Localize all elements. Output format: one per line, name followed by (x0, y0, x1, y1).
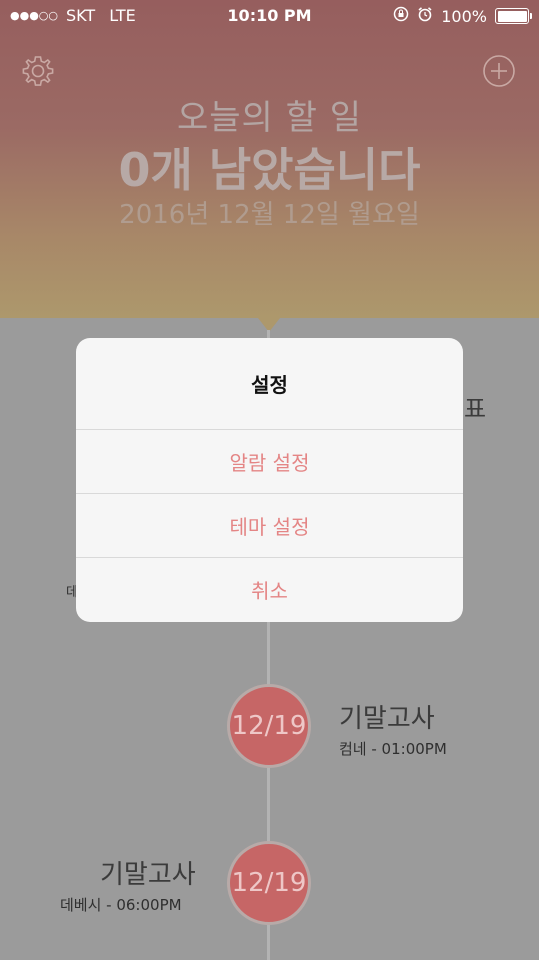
header-date: 2016년 12월 12일 월요일 (119, 200, 420, 230)
event-detail: 컴네 - 01:00PM (339, 740, 447, 758)
event-date-node[interactable]: 12/19 (227, 841, 311, 925)
alarm-settings-button[interactable]: 알람 설정 (76, 430, 463, 494)
event-title[interactable]: 기말고사 (339, 698, 435, 735)
battery-icon (495, 8, 532, 24)
battery-percent: 100% (441, 6, 487, 26)
header: 오늘의 할 일 0개 남았습니다 2016년 12월 12일 월요일 (0, 0, 539, 318)
dialog-title: 설정 (76, 338, 463, 430)
alarm-icon (417, 6, 433, 26)
theme-settings-button[interactable]: 테마 설정 (76, 494, 463, 558)
event-date-node[interactable]: 12/19 (227, 684, 311, 768)
add-icon[interactable] (482, 54, 516, 88)
settings-dialog: 설정 알람 설정 테마 설정 취소 (76, 338, 463, 622)
battery-fill (497, 10, 527, 22)
partial-event-title: 표 (464, 395, 487, 423)
status-bar: ●●●○○ SKT LTE 10:10 PM 100% (0, 0, 539, 32)
rotation-lock-icon (393, 6, 409, 26)
header-title: 오늘의 할 일 (176, 98, 362, 138)
event-detail: 데베시 - 06:00PM (60, 896, 182, 914)
event-title[interactable]: 기말고사 (100, 854, 196, 891)
gear-icon[interactable] (21, 54, 55, 88)
cancel-button[interactable]: 취소 (76, 558, 463, 621)
remaining-count: 0개 남았습니다 (118, 143, 421, 197)
